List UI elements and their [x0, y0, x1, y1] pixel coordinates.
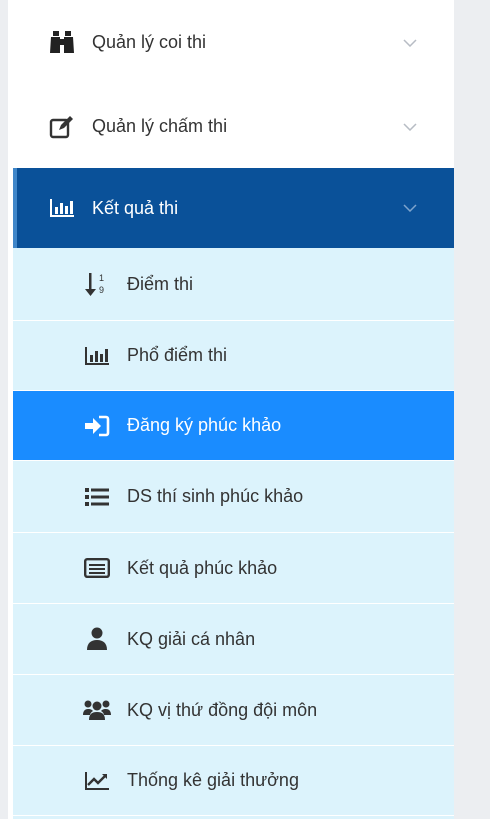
menu-item-label: Quản lý coi thi [92, 32, 207, 52]
user-icon [83, 625, 111, 653]
svg-text:9: 9 [99, 285, 104, 295]
list-alt-icon [83, 554, 111, 582]
left-background-strip [0, 0, 8, 819]
submenu-item-kq-giai-ca-nhan[interactable]: KQ giải cá nhân [13, 604, 454, 675]
menu-item-label: Kết quả thi [92, 197, 179, 218]
submenu-item-label: Đăng ký phúc khảo [127, 415, 282, 435]
edit-icon [48, 113, 76, 141]
sort-numeric-icon: 1 9 [83, 270, 111, 298]
submenu-item-diem-thi[interactable]: 1 9 Điểm thi [13, 248, 454, 321]
submenu-item-label: KQ vị thứ đồng đội môn [127, 699, 318, 720]
bar-chart-icon [83, 342, 111, 370]
binoculars-icon [48, 29, 76, 57]
menu-item-quan-ly-coi-thi[interactable]: Quản lý coi thi [13, 0, 454, 85]
sidebar-menu: Quản lý coi thi Quản lý chấm thi Kết quả… [13, 0, 454, 819]
content-area-background [454, 0, 490, 819]
chevron-down-icon [402, 200, 418, 216]
sign-in-icon [83, 412, 111, 440]
submenu-item-dang-ky-phuc-khao[interactable]: Đăng ký phúc khảo [13, 391, 454, 461]
submenu-item-ds-thi-sinh-phuc-khao[interactable]: DS thí sinh phúc khảo [13, 461, 454, 533]
submenu-item-kq-vi-thu-dong-doi-mon[interactable]: KQ vị thứ đồng đội môn [13, 675, 454, 746]
menu-item-label: Quản lý chấm thi [92, 116, 228, 136]
chevron-down-icon [402, 35, 418, 51]
users-icon [83, 696, 111, 724]
submenu-item-ket-qua-phuc-khao[interactable]: Kết quả phúc khảo [13, 533, 454, 604]
submenu-item-label: Điểm thi [127, 273, 194, 294]
svg-text:1: 1 [99, 273, 104, 283]
submenu-item-label: Thống kê giải thưởng [127, 770, 299, 790]
chevron-down-icon [402, 119, 418, 135]
submenu-item-pho-diem-thi[interactable]: Phổ điểm thi [13, 321, 454, 391]
menu-item-quan-ly-cham-thi[interactable]: Quản lý chấm thi [13, 85, 454, 168]
menu-item-ket-qua-thi[interactable]: Kết quả thi [13, 168, 454, 248]
list-icon [83, 483, 111, 511]
bar-chart-icon [48, 194, 76, 222]
active-indicator [13, 168, 17, 248]
line-chart-icon [83, 767, 111, 795]
submenu-item-label: DS thí sinh phúc khảo [127, 486, 304, 506]
submenu-item-label: Kết quả phúc khảo [127, 557, 278, 578]
submenu-item-label: KQ giải cá nhân [127, 628, 256, 649]
submenu-item-label: Phổ điểm thi [127, 345, 228, 365]
submenu-item-thong-ke-giai-thuong[interactable]: Thống kê giải thưởng [13, 746, 454, 816]
